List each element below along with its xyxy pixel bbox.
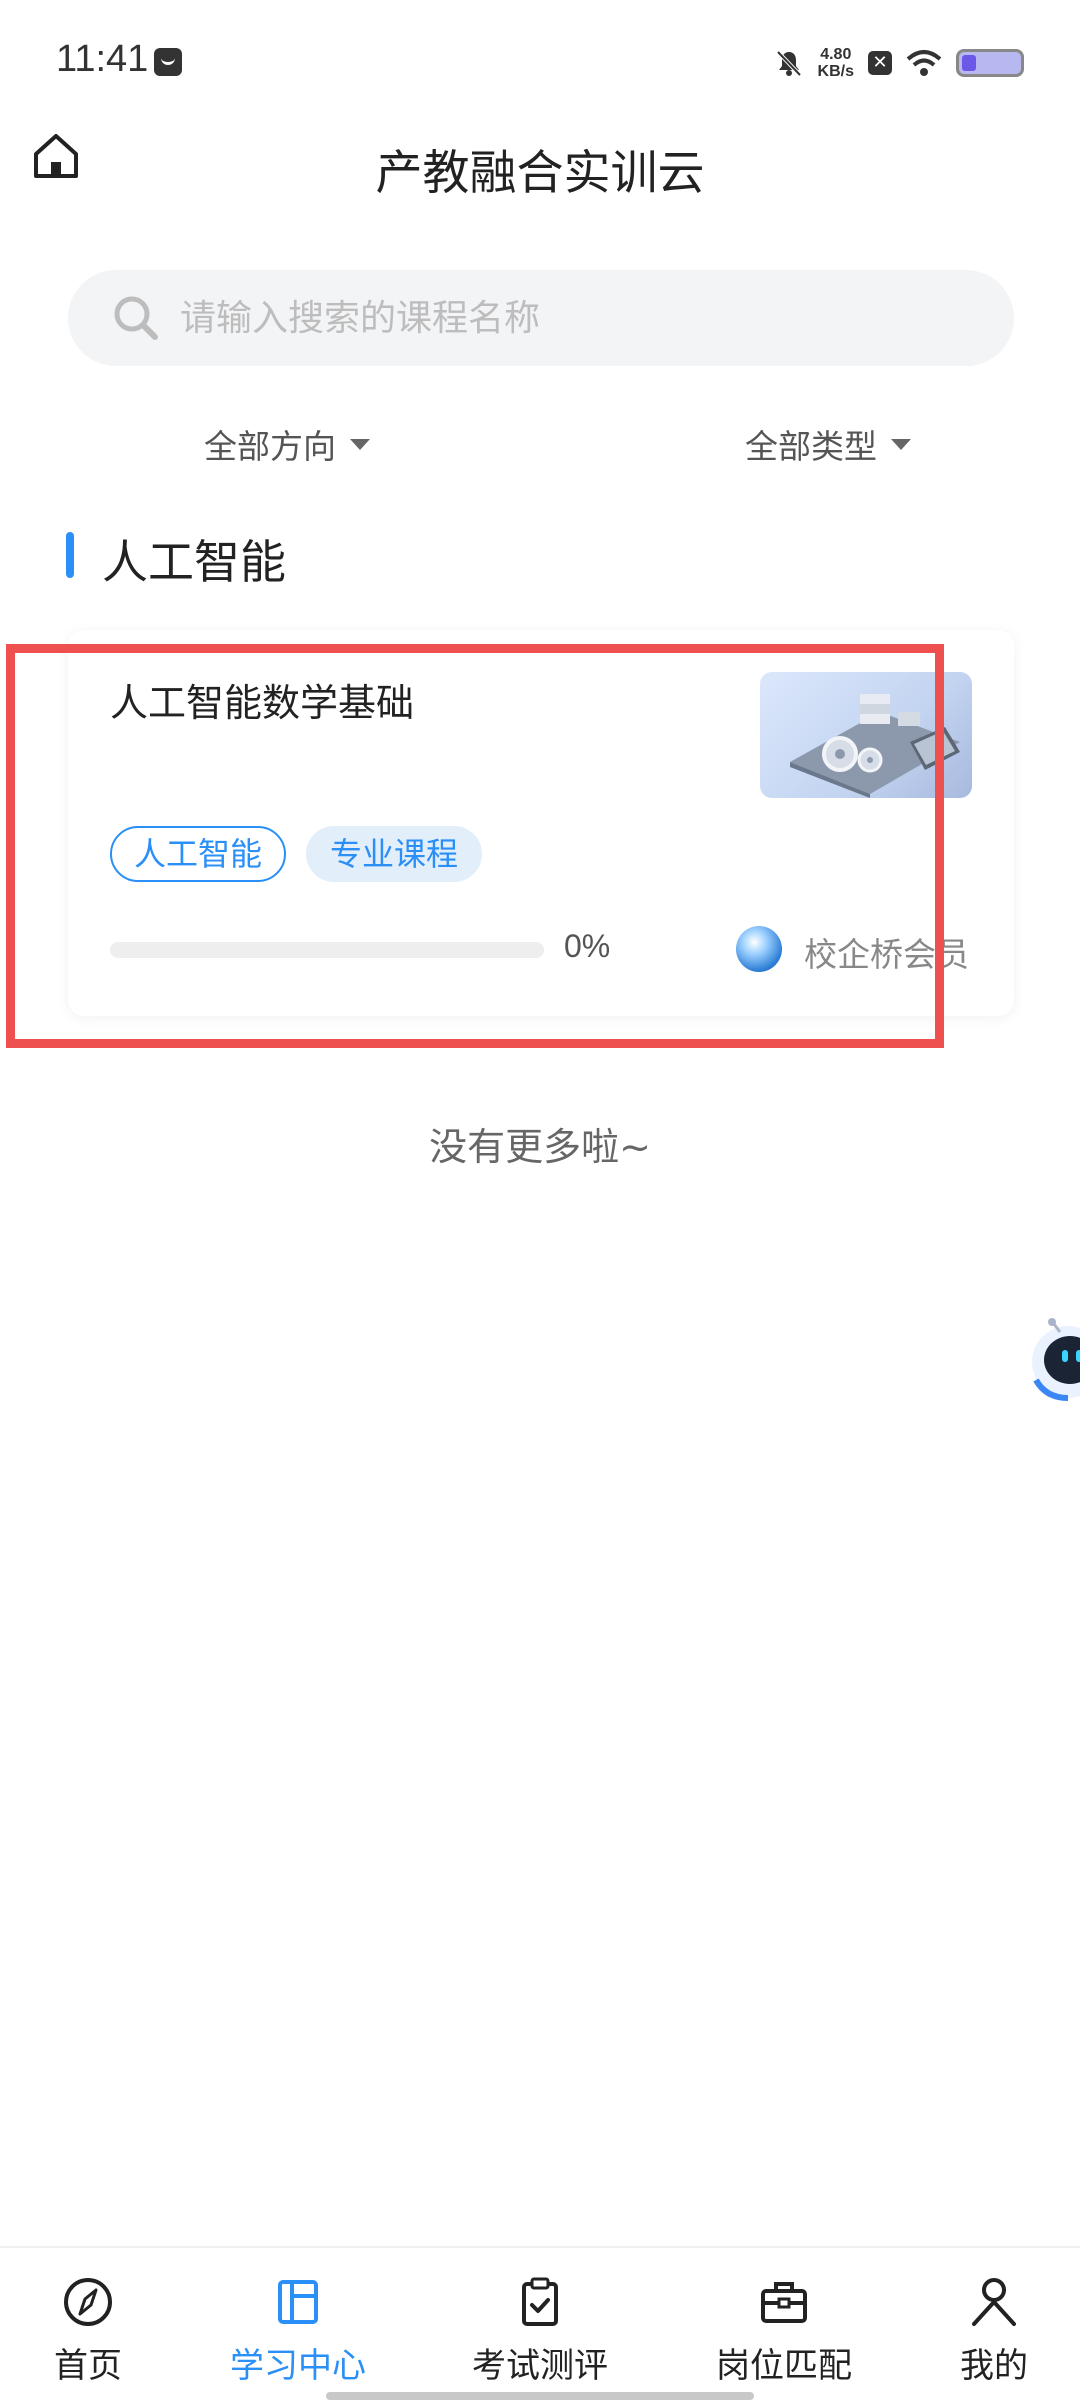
wifi-icon <box>906 50 942 76</box>
status-indicators: 4.80 KB/s ✕ <box>774 40 1024 86</box>
network-speed: 4.80 KB/s <box>818 46 854 80</box>
nav-label-exam: 考试测评 <box>472 2346 608 2386</box>
nav-label-learning-center: 学习中心 <box>230 2346 366 2386</box>
course-card[interactable]: 人工智能数学基础 人工智能 专业课程 0% 校企桥会员 <box>68 630 1014 1016</box>
person-icon <box>972 2278 1016 2326</box>
course-tag-type: 专业课程 <box>306 826 483 882</box>
course-thumbnail-illustration <box>790 694 960 798</box>
nav-item-home[interactable]: 首页 <box>0 2248 196 2388</box>
network-speed-unit: KB/s <box>817 63 854 80</box>
nav-label-home: 首页 <box>54 2346 122 2386</box>
course-progress-text: 0% <box>564 928 611 964</box>
battery-icon <box>956 49 1024 77</box>
compass-icon <box>64 2278 112 2326</box>
course-progress-bar <box>110 942 544 958</box>
bell-muted-icon <box>776 50 801 77</box>
filter-type-dropdown[interactable]: 全部类型 <box>745 420 911 468</box>
filter-direction-dropdown[interactable]: 全部方向 <box>204 420 370 468</box>
nav-item-exam[interactable]: 考试测评 <box>432 2248 648 2388</box>
notification-icon <box>154 48 182 76</box>
nav-item-learning-center[interactable]: 学习中心 <box>190 2248 406 2388</box>
section-title: 人工智能 <box>102 535 286 589</box>
caret-down-icon <box>891 438 911 450</box>
provider-name: 校企桥会员 <box>804 935 969 974</box>
nav-label-mine: 我的 <box>960 2346 1028 2386</box>
list-end-message: 没有更多啦~ <box>429 1125 651 1169</box>
nav-label-job-match: 岗位匹配 <box>716 2346 852 2386</box>
course-thumbnail <box>760 672 972 798</box>
filter-direction-label: 全部方向 <box>204 427 336 466</box>
assistant-robot-icon[interactable] <box>1026 1310 1080 1410</box>
status-time: 11:41 <box>56 38 149 80</box>
clipboard-check-icon <box>522 2277 558 2326</box>
home-indicator[interactable] <box>326 2392 754 2400</box>
search-bar[interactable] <box>68 270 1014 366</box>
network-speed-value: 4.80 <box>820 46 852 63</box>
course-title: 人工智能数学基础 <box>110 681 415 725</box>
section-accent-bar <box>66 532 74 578</box>
bottom-navigation: 首页 学习中心 考试测评 岗位匹配 我的 <box>0 2246 1080 2408</box>
provider-avatar <box>736 926 782 972</box>
nav-item-job-match[interactable]: 岗位匹配 <box>676 2248 892 2388</box>
status-bar: 11:41 4.80 KB/s ✕ <box>0 0 1080 126</box>
course-tag-category: 人工智能 <box>110 826 287 882</box>
search-input[interactable] <box>180 270 980 366</box>
book-layout-icon <box>278 2280 318 2324</box>
briefcase-icon <box>761 2282 807 2323</box>
no-sim-icon: ✕ <box>868 51 892 75</box>
filter-type-label: 全部类型 <box>745 427 877 466</box>
search-icon <box>114 296 158 340</box>
page-title: 产教融合实训云 <box>375 146 705 201</box>
nav-item-mine[interactable]: 我的 <box>886 2248 1080 2388</box>
caret-down-icon <box>350 438 370 450</box>
